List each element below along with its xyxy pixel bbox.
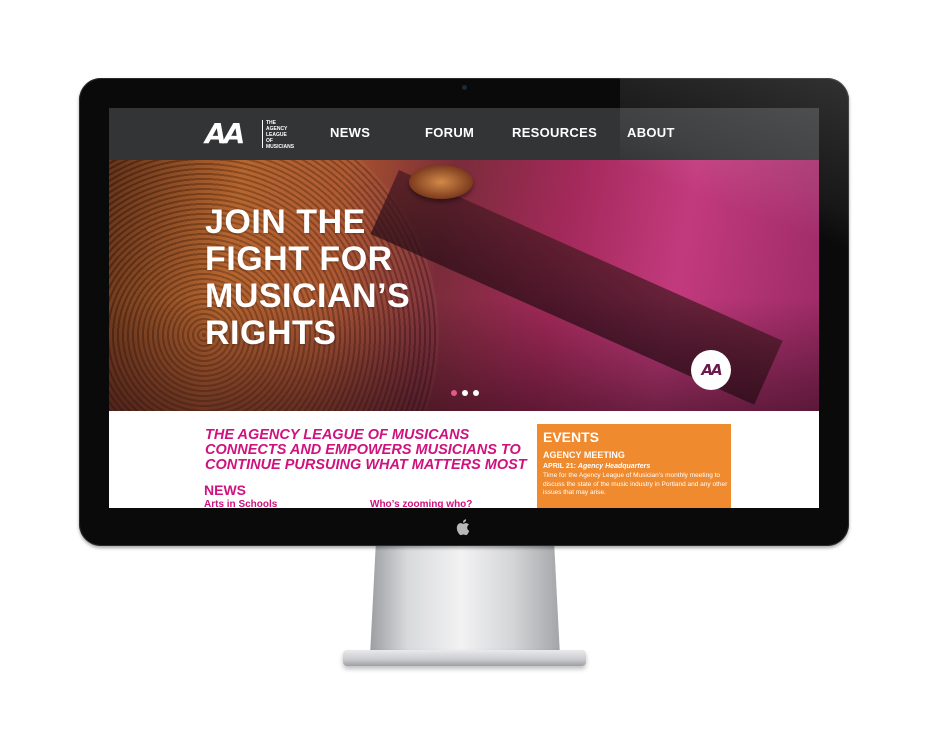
nav-forum[interactable]: FORUM [425,125,474,140]
tagline-line: CONTINUE PURSUING WHAT MATTERS MOST [205,457,527,473]
carousel-dot-1[interactable] [451,390,457,396]
top-nav: AA THE AGENCY LEAGUE OF MUSICIANS NEWS F… [109,108,819,160]
mission-tagline: THE AGENCY LEAGUE OF MUSICANS CONNECTS A… [205,428,535,473]
carousel-dot-2[interactable] [462,390,468,396]
event-location: Agency Headquarters [577,463,651,470]
news-heading: NEWS [204,482,246,498]
monitor-stand-base [343,650,586,666]
events-panel: EVENTS AGENCY MEETING APRIL 21: Agency H… [537,424,731,508]
apple-logo-icon [456,519,470,536]
carousel-dot-3[interactable] [473,390,479,396]
hero-title-line: RIGHTS [205,314,337,352]
hero-banner: JOIN THE FIGHT FOR MUSICIAN’S RIGHTS AA [109,160,819,411]
event-date: APRIL 21: [543,463,578,470]
events-heading: EVENTS [543,429,600,445]
camera-icon [462,85,467,90]
nav-about[interactable]: ABOUT [627,125,675,140]
logo-line: MUSICIANS [266,144,295,150]
event-date-line: APRIL 21: Agency Headquarters [543,463,650,470]
logo-wordmark: THE AGENCY LEAGUE OF MUSICIANS [266,120,306,150]
browser-screen: AA THE AGENCY LEAGUE OF MUSICIANS NEWS F… [109,108,819,508]
tagline-line: THE AGENCY LEAGUE OF MUSICANS [205,427,470,443]
event-title[interactable]: AGENCY MEETING [543,450,625,460]
hero-title-line: MUSICIAN’S [205,277,411,315]
logo-divider [262,120,263,148]
hero-badge-logo: AA [691,350,731,390]
site-logo[interactable]: AA THE AGENCY LEAGUE OF MUSICIANS [205,118,301,152]
hero-title-line: JOIN THE [205,203,366,241]
monitor-stand [370,546,560,656]
tagline-line: CONNECTS AND EMPOWERS MUSICIANS TO [205,442,521,458]
logo-mark: AA [205,117,245,150]
nav-news[interactable]: NEWS [330,125,370,140]
hero-title: JOIN THE FIGHT FOR MUSICIAN’S RIGHTS [205,204,465,352]
hero-title-line: FIGHT FOR [205,240,393,278]
nav-resources[interactable]: RESOURCES [512,125,597,140]
news-item-link[interactable]: Arts in Schools [204,499,277,508]
news-item-link[interactable]: Who’s zooming who? [370,499,472,508]
event-description: Time for the Agency League of Musician’s… [543,472,728,496]
